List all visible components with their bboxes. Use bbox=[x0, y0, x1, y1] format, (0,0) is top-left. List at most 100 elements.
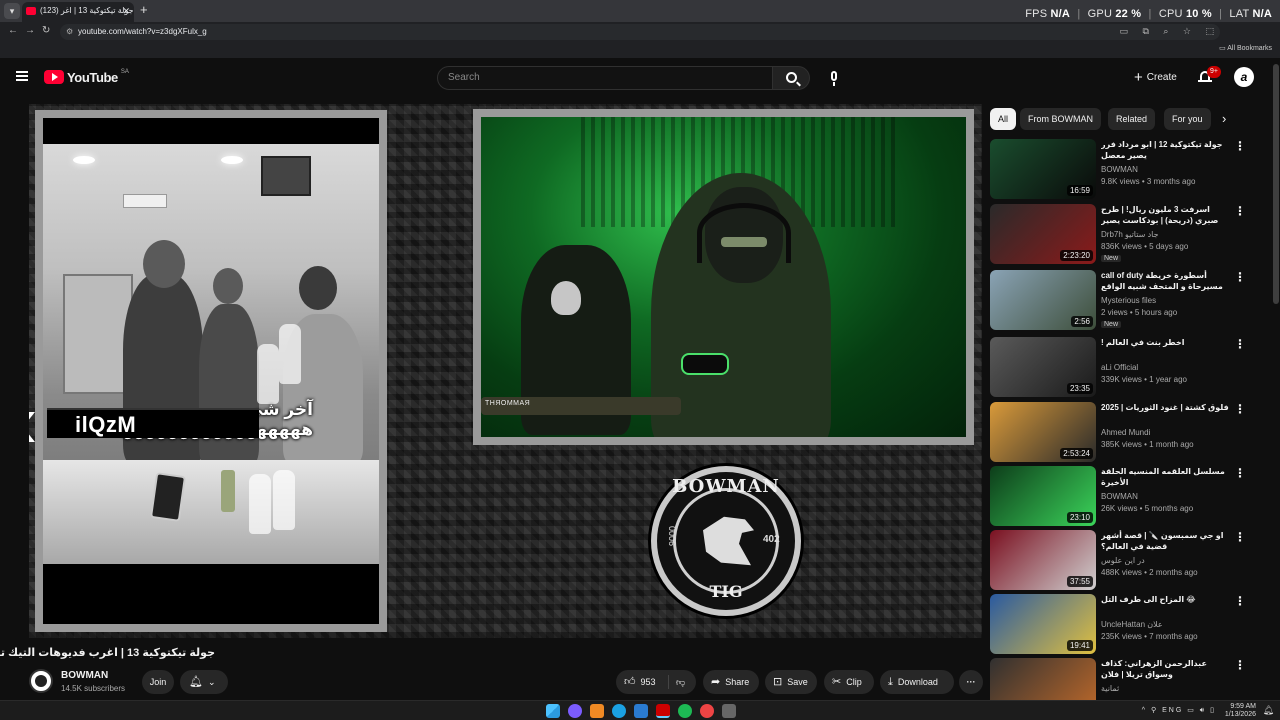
menu-icon[interactable] bbox=[16, 71, 28, 81]
tab-close-icon[interactable]: ✕ bbox=[122, 2, 130, 20]
bookmark-icon: ⊡ bbox=[773, 676, 783, 688]
all-bookmarks-button[interactable]: ▭ All Bookmarks bbox=[1219, 44, 1272, 52]
recommended-title[interactable]: او جي سمبسون 🔪 | قصة أشهر قضية في العالم… bbox=[1101, 530, 1229, 552]
recommended-title[interactable]: فلوق كشتة | غنود الثوريات | 2025 bbox=[1101, 402, 1229, 413]
browser-tab-youtube[interactable]: (123) جولة تيكتوكية 13 | اغر ✕ bbox=[22, 2, 134, 22]
more-vert-icon[interactable]: ⋮ bbox=[1234, 270, 1246, 284]
taskbar-clock[interactable]: 9:59 AM 1/13/2026 bbox=[1225, 703, 1256, 719]
app-icon[interactable] bbox=[590, 704, 604, 718]
chrome-icon[interactable] bbox=[700, 704, 714, 718]
recommended-channel[interactable]: Drb7h جاد ستاتيو bbox=[1101, 230, 1229, 239]
like-count: 953 bbox=[640, 677, 656, 687]
channel-avatar[interactable] bbox=[29, 669, 53, 693]
scrollbar-thumb[interactable] bbox=[1273, 64, 1279, 304]
more-vert-icon[interactable]: ⋮ bbox=[1234, 402, 1246, 416]
recommended-channel[interactable]: ثمانية bbox=[1101, 684, 1229, 693]
more-vert-icon[interactable]: ⋮ bbox=[1234, 204, 1246, 218]
recommended-title[interactable]: عبدالرحمن الزهراني: كذاف وسواق تريلا | ف… bbox=[1101, 658, 1229, 680]
recommended-video[interactable]: 2:56 أسطورة خريطة call of duty مسيرحاة و … bbox=[990, 270, 1250, 330]
recommended-channel[interactable]: BOWMAN bbox=[1101, 165, 1229, 174]
chip-related[interactable]: Related bbox=[1108, 108, 1156, 130]
reload-button[interactable]: ↻ bbox=[42, 25, 50, 36]
recommended-meta: 488K views • 2 months ago bbox=[1101, 568, 1198, 577]
windows-start-icon[interactable] bbox=[546, 704, 560, 718]
video-thumbnail[interactable]: 2:53:24 bbox=[990, 402, 1096, 462]
recommended-title[interactable]: مسلسل العلقمه المنسيه الحلقة الأخيرة bbox=[1101, 466, 1229, 488]
voice-search-button[interactable] bbox=[822, 66, 846, 90]
video-thumbnail[interactable]: 23:35 bbox=[990, 337, 1096, 397]
search-button[interactable] bbox=[772, 66, 810, 90]
recommended-title[interactable]: اخطر بنت في العالم ! bbox=[1101, 337, 1229, 348]
chevron-right-icon[interactable]: › bbox=[1222, 111, 1226, 126]
recommended-video[interactable]: 2:53:24 فلوق كشتة | غنود الثوريات | 2025 A… bbox=[990, 402, 1250, 462]
save-button[interactable]: ⊡ Save bbox=[765, 670, 817, 694]
more-vert-icon[interactable]: ⋮ bbox=[1234, 658, 1246, 672]
video-thumbnail[interactable]: 23:10 bbox=[990, 466, 1096, 526]
video-thumbnail[interactable]: 19:41 bbox=[990, 594, 1096, 654]
video-thumbnail[interactable]: 2:56 bbox=[990, 270, 1096, 330]
system-tray[interactable]: ^ ⚲ ENG ▭ 🔊︎ ▯ bbox=[1142, 706, 1216, 715]
chip-from-channel[interactable]: From BOWMAN bbox=[1020, 108, 1101, 130]
recommended-channel[interactable]: Ahmed Mundi bbox=[1101, 428, 1229, 437]
chip-for-you[interactable]: For you bbox=[1164, 108, 1211, 130]
recommended-channel[interactable]: Mysterious files bbox=[1101, 296, 1229, 305]
recommended-video[interactable]: 23:35 اخطر بنت في العالم ! aLi Official 339… bbox=[990, 337, 1250, 397]
steam-icon[interactable] bbox=[634, 704, 648, 718]
more-vert-icon[interactable]: ⋮ bbox=[1234, 139, 1246, 153]
back-button[interactable]: ← bbox=[8, 25, 18, 36]
download-button[interactable]: ⤓ Download bbox=[880, 670, 954, 694]
recommended-title[interactable]: جولة تيكتوكية 12 | ابو مرداد فرر يصير مع… bbox=[1101, 139, 1229, 161]
recommended-title[interactable]: اسرفت 3 مليون ريال! | طرح صبري (دريحة) |… bbox=[1101, 204, 1229, 226]
spotify-icon[interactable] bbox=[678, 704, 692, 718]
more-actions-button[interactable]: ··· bbox=[959, 670, 983, 694]
dislike-button[interactable]: 👎︎ bbox=[676, 670, 685, 694]
phone-on-counter bbox=[149, 472, 187, 522]
edge-icon[interactable] bbox=[612, 704, 626, 718]
more-vert-icon[interactable]: ⋮ bbox=[1234, 530, 1246, 544]
recommended-channel[interactable]: aLi Official bbox=[1101, 363, 1229, 372]
more-vert-icon[interactable]: ⋮ bbox=[1234, 594, 1246, 608]
input-language[interactable]: ENG bbox=[1162, 707, 1183, 714]
more-vert-icon[interactable]: ⋮ bbox=[1234, 337, 1246, 351]
chip-all[interactable]: All bbox=[990, 108, 1017, 130]
recommended-video[interactable]: 23:10 مسلسل العلقمه المنسيه الحلقة الأخير… bbox=[990, 466, 1250, 526]
video-thumbnail[interactable]: 2:23:20 bbox=[990, 204, 1096, 264]
recommended-video[interactable]: 16:59 جولة تيكتوكية 12 | ابو مرداد فرر يص… bbox=[990, 139, 1250, 199]
notification-center-icon[interactable]: 🔔︎ bbox=[1263, 705, 1274, 716]
recommended-channel[interactable]: BOWMAN bbox=[1101, 492, 1229, 501]
url-field[interactable]: ⚙ youtube.com/watch?v=z3dgXFulx_g bbox=[60, 24, 1220, 40]
create-button[interactable]: + Create bbox=[1130, 67, 1181, 89]
webcam-frame: ТНЯОММАЯ bbox=[473, 109, 974, 445]
recommended-channel[interactable]: در اين علوس bbox=[1101, 556, 1229, 565]
recommended-video[interactable]: 2:23:20 اسرفت 3 مليون ريال! | طرح صبري (د… bbox=[990, 204, 1250, 264]
video-thumbnail[interactable]: 37:55 bbox=[990, 530, 1096, 590]
recommended-video[interactable]: 19:41 😂 المزاح الى طرف التل UncleHattan عل… bbox=[990, 594, 1250, 654]
forward-button[interactable]: → bbox=[25, 25, 35, 36]
youtube-app-icon[interactable] bbox=[656, 704, 670, 718]
video-thumbnail[interactable]: 16:59 bbox=[990, 139, 1096, 199]
duration-badge: 16:59 bbox=[1066, 185, 1093, 196]
page-scrollbar[interactable] bbox=[1272, 58, 1280, 700]
tab-search-chevron-icon[interactable]: ▾ bbox=[4, 3, 20, 19]
search-input[interactable]: Search bbox=[437, 66, 773, 90]
join-button[interactable]: Join bbox=[142, 670, 174, 694]
recommended-video[interactable]: 37:55 او جي سمبسون 🔪 | قصة أشهر قضية في ا… bbox=[990, 530, 1250, 590]
new-tab-button[interactable]: + bbox=[140, 2, 148, 17]
recommended-title[interactable]: 😂 المزاح الى طرف التل bbox=[1101, 594, 1229, 605]
recommended-title[interactable]: أسطورة خريطة call of duty مسيرحاة و المت… bbox=[1101, 270, 1229, 292]
video-player[interactable]: آخر شي هههههههههههههههههه ilQzM ТНЯОММАЯ… bbox=[29, 104, 982, 638]
site-info-icon[interactable]: ⚙ bbox=[66, 24, 73, 40]
recommended-channel[interactable]: UncleHattan علان bbox=[1101, 620, 1229, 629]
share-button[interactable]: ➦ Share bbox=[703, 670, 759, 694]
subscription-bell-button[interactable]: 🔔︎ ⌄ bbox=[180, 670, 228, 694]
extension-icons[interactable]: ▭ ⧉ ⌕ ☆ ⬚ bbox=[1119, 26, 1220, 37]
account-avatar[interactable]: a bbox=[1234, 67, 1254, 87]
channel-name[interactable]: BOWMAN bbox=[61, 670, 108, 681]
settings-icon[interactable] bbox=[722, 704, 736, 718]
recommended-meta: 339K views • 1 year ago bbox=[1101, 375, 1187, 384]
discord-icon[interactable] bbox=[568, 704, 582, 718]
youtube-logo[interactable]: YouTube SA bbox=[44, 69, 129, 85]
like-button[interactable]: 👍︎ 953 bbox=[624, 670, 656, 694]
clip-button[interactable]: ✂ Clip bbox=[824, 670, 874, 694]
more-vert-icon[interactable]: ⋮ bbox=[1234, 466, 1246, 480]
